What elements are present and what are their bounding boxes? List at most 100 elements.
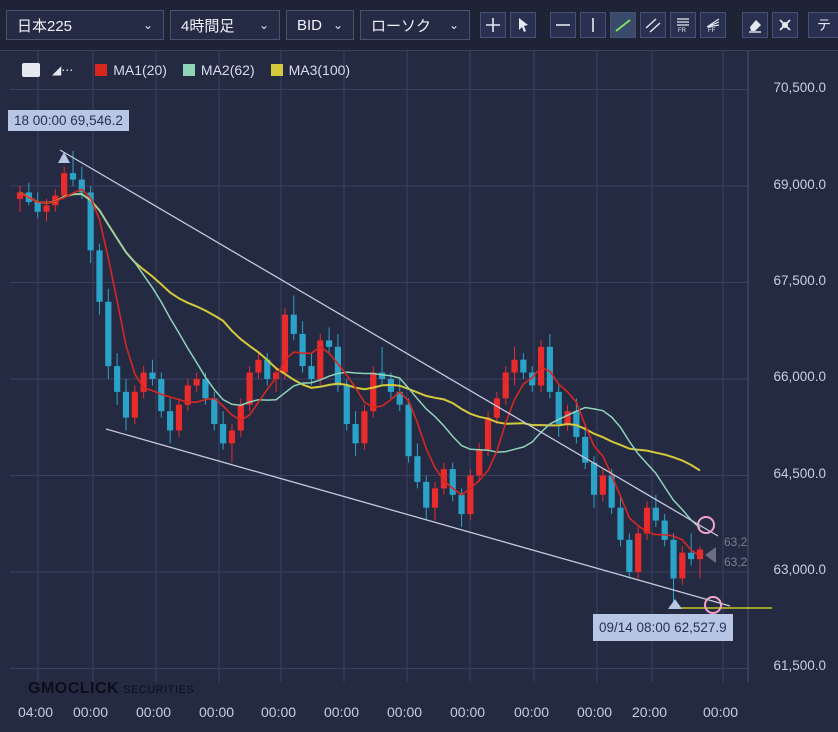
low-marker-icon xyxy=(668,599,682,609)
x-tick-label: 00:00 xyxy=(261,704,297,720)
candle-body xyxy=(69,173,77,180)
legend-ma2-label: MA2(62) xyxy=(200,62,255,78)
candle-body xyxy=(202,379,209,399)
candle-body xyxy=(246,372,253,405)
high-marker-icon xyxy=(58,152,70,163)
x-tick-label: 20:00 xyxy=(632,704,668,720)
legend-ma1-label: MA1(20) xyxy=(113,62,167,78)
symbol-select[interactable]: 日本225 ⌄ xyxy=(6,10,164,40)
candle-body xyxy=(114,366,121,392)
candle-body xyxy=(546,346,553,392)
candle-body xyxy=(626,539,633,572)
crosshair-icon xyxy=(486,18,500,32)
candle-body xyxy=(131,391,138,418)
svg-text:FF: FF xyxy=(708,28,716,34)
watermark-suffix: SECURITIES xyxy=(123,684,195,696)
trendline-button[interactable] xyxy=(610,12,636,38)
price-type-select[interactable]: BID ⌄ xyxy=(286,10,354,40)
candle-body xyxy=(228,430,236,444)
candle-body xyxy=(599,475,606,495)
technical-menu-button[interactable]: テ xyxy=(808,12,838,38)
y-tick-label: 69,000.0 xyxy=(773,177,826,192)
indicator-legend: ◢⋯ MA1(20) MA2(62) MA3(100) xyxy=(22,62,358,78)
ma3-line xyxy=(19,191,701,472)
candle-body xyxy=(679,552,686,579)
candle-body xyxy=(43,205,50,212)
legend-ma3-label: MA3(100) xyxy=(288,62,351,78)
chart-toolbar: 日本225 ⌄ 4時間足 ⌄ BID ⌄ ローソク ⌄ FR FF テ xyxy=(0,0,838,51)
candle-body xyxy=(290,314,297,334)
x-tick-label: 04:00 xyxy=(18,704,54,720)
candle-body xyxy=(34,202,41,212)
x-tick-label: 00:00 xyxy=(324,704,360,720)
candle-body xyxy=(431,488,439,508)
timeframe-select-label: 4時間足 xyxy=(181,17,235,35)
ma3-swatch xyxy=(270,64,283,76)
candle-body xyxy=(537,346,545,386)
chart-style-select[interactable]: ローソク ⌄ xyxy=(360,10,470,40)
clear-drawings-icon xyxy=(779,19,791,31)
candle-body xyxy=(175,404,183,431)
candlesticks xyxy=(16,150,704,603)
x-tick-label: 00:00 xyxy=(73,704,109,720)
candle-body xyxy=(211,398,218,425)
candle-body xyxy=(352,424,359,444)
y-tick-label: 61,500.0 xyxy=(773,658,826,673)
x-tick-label: 00:00 xyxy=(136,704,172,720)
pointer-button[interactable] xyxy=(510,12,536,38)
lower-trendline xyxy=(105,428,731,607)
candle-body xyxy=(617,507,624,540)
candle-body xyxy=(484,417,492,450)
candle-body xyxy=(149,372,156,379)
broker-watermark: GMOCLICK SECURITIES xyxy=(28,680,194,698)
technical-menu-label: テ xyxy=(817,17,831,33)
y-tick-label: 70,500.0 xyxy=(773,80,826,95)
candle-body xyxy=(643,507,651,534)
candle-body xyxy=(61,173,68,196)
vertical-line-icon xyxy=(592,18,594,32)
candle-body xyxy=(96,250,103,302)
candle-body xyxy=(467,475,474,515)
x-tick-label: 00:00 xyxy=(387,704,423,720)
y-tick-label: 64,500.0 xyxy=(773,466,826,481)
crosshair-button[interactable] xyxy=(480,12,506,38)
legend-ma2[interactable]: MA2(62) xyxy=(182,62,255,78)
chevron-down-icon: ⌄ xyxy=(142,18,153,32)
ma2-swatch xyxy=(182,64,195,76)
x-tick-label: 00:00 xyxy=(514,704,550,720)
candle-body xyxy=(688,552,695,560)
svg-text:FR: FR xyxy=(678,28,687,34)
eraser-button[interactable] xyxy=(742,12,768,38)
price-tag-2: 63,2 xyxy=(724,555,748,569)
low-price-label: 09/14 08:00 62,527.9 xyxy=(593,614,733,641)
fibonacci-retracement-button[interactable]: FR xyxy=(670,12,696,38)
candle-body xyxy=(502,372,509,399)
comment-icon[interactable] xyxy=(22,63,40,77)
vertical-line-button[interactable] xyxy=(580,12,606,38)
parallel-channel-icon xyxy=(645,18,661,33)
horizontal-line-button[interactable] xyxy=(550,12,576,38)
candle-body xyxy=(105,301,112,367)
cursor-arrow-icon xyxy=(519,18,528,32)
delete-all-drawings-button[interactable] xyxy=(772,12,798,38)
candle-body xyxy=(661,520,668,540)
trendline-handle[interactable] xyxy=(704,596,722,614)
symbol-select-label: 日本225 xyxy=(17,17,73,35)
candle-body xyxy=(414,456,421,482)
x-tick-label: 00:00 xyxy=(703,704,739,720)
timeframe-select[interactable]: 4時間足 ⌄ xyxy=(170,10,280,40)
chevron-down-icon: ⌄ xyxy=(258,18,269,32)
fibonacci-fan-icon: FF xyxy=(706,18,720,34)
candle-body xyxy=(326,340,333,347)
channel-button[interactable] xyxy=(640,12,666,38)
horizontal-line-icon xyxy=(556,24,570,26)
x-tick-label: 00:00 xyxy=(450,704,486,720)
candle-body xyxy=(237,404,244,431)
legend-ma1[interactable]: MA1(20) xyxy=(95,62,167,78)
collapse-legend-icon[interactable]: ◢⋯ xyxy=(52,63,73,77)
fibonacci-fan-button[interactable]: FF xyxy=(700,12,726,38)
x-tick-label: 00:00 xyxy=(199,704,235,720)
watermark-brand: GMOCLICK xyxy=(28,680,120,697)
ma1-swatch xyxy=(95,64,108,76)
legend-ma3[interactable]: MA3(100) xyxy=(270,62,351,78)
